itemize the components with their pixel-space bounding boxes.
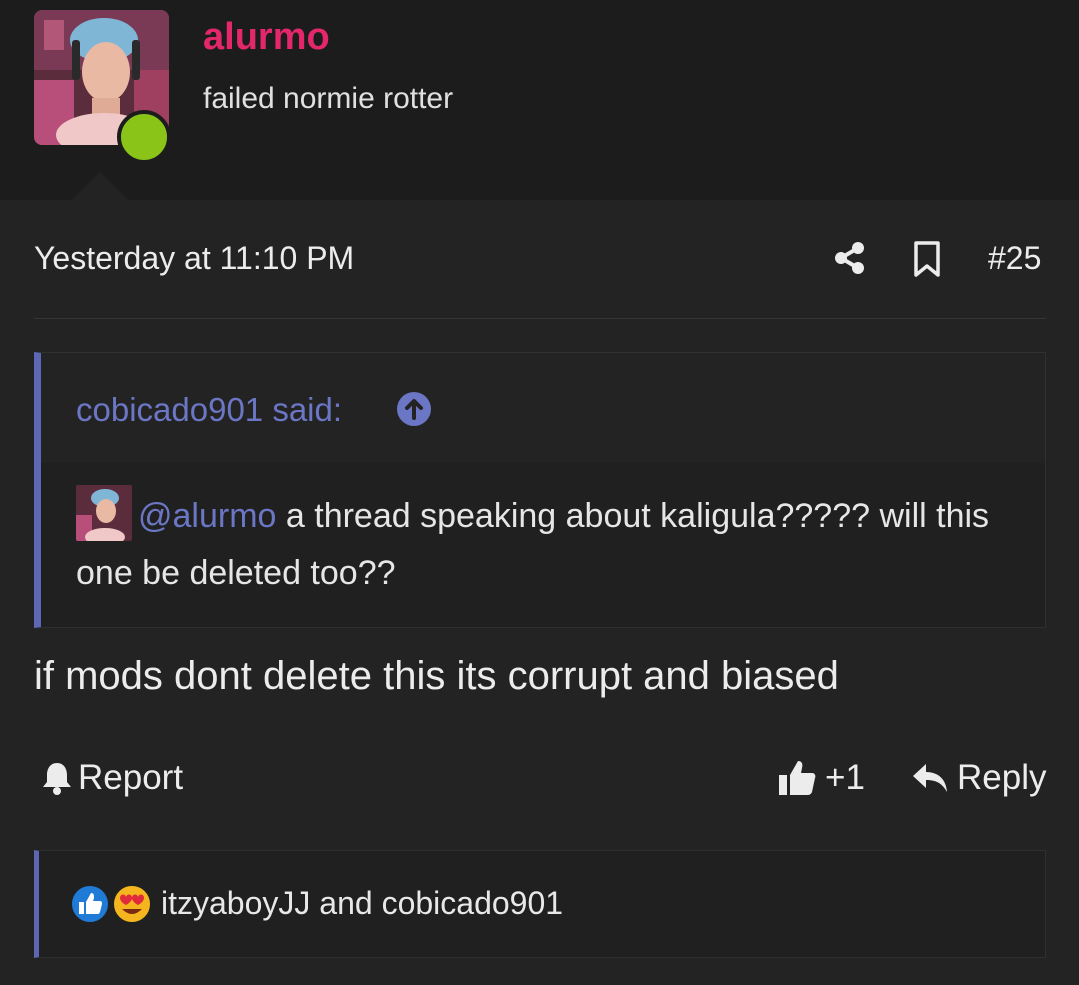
bookmark-icon[interactable] — [910, 240, 944, 278]
reply-label: Reply — [957, 758, 1047, 797]
mention-link[interactable]: @alurmo — [138, 497, 276, 535]
report-label: Report — [78, 758, 184, 797]
quote-block: cobicado901 said: @alurmo a thread speak… — [34, 352, 1046, 628]
mention-avatar[interactable] — [76, 485, 132, 541]
bell-icon — [40, 760, 74, 796]
love-reaction-icon — [111, 883, 153, 925]
like-reaction-icon — [69, 883, 111, 925]
username[interactable]: alurmo — [203, 16, 330, 59]
post-body: if mods dont delete this its corrupt and… — [34, 654, 839, 698]
post-number-link[interactable]: #25 — [988, 240, 1041, 277]
share-icon[interactable] — [832, 240, 868, 276]
reply-arrow-icon — [911, 762, 949, 794]
user-title: failed normie rotter — [203, 82, 454, 115]
jump-to-quote-icon[interactable] — [396, 391, 432, 427]
reaction-users[interactable]: itzyaboyJJ and cobicado901 — [161, 885, 563, 922]
header-pointer — [70, 172, 130, 202]
divider — [34, 318, 1046, 319]
thumbs-up-icon — [777, 758, 817, 798]
post-date[interactable]: Yesterday at 11:10 PM — [34, 240, 354, 277]
like-count: +1 — [825, 758, 865, 797]
quote-body: @alurmo a thread speaking about kaligula… — [76, 485, 1006, 602]
online-status-dot — [117, 110, 171, 164]
quote-author-link[interactable]: cobicado901 said: — [76, 391, 342, 429]
quote-header: cobicado901 said: — [41, 353, 1045, 463]
user-header: alurmo failed normie rotter — [0, 0, 1079, 202]
reactions-bar[interactable]: itzyaboyJJ and cobicado901 — [34, 850, 1046, 958]
